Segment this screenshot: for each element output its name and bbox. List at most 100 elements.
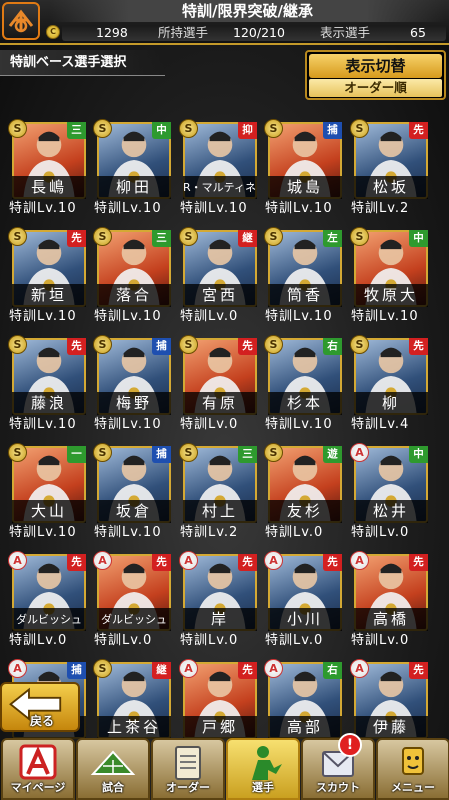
coin-value: 1298 xyxy=(96,25,128,40)
a-logo-icon xyxy=(19,744,57,780)
rank-emblem-icon: S xyxy=(93,443,112,462)
player-name: 上茶谷 xyxy=(97,716,171,739)
training-level: 特訓Lv.10 xyxy=(94,309,162,324)
tab-game[interactable]: 試合 xyxy=(76,738,150,800)
position-badge: 三 xyxy=(238,446,257,463)
page-title: 特訓/限界突破/継承 xyxy=(50,0,445,22)
player-card[interactable]: S 一大山 特訓Lv.10 xyxy=(8,443,88,545)
player-card[interactable]: S 捕梅野 特訓Lv.10 xyxy=(93,335,173,437)
rank-emblem-icon: S xyxy=(8,119,27,138)
player-name: 長嶋 xyxy=(12,176,86,199)
player-silhouette-icon xyxy=(252,746,282,780)
player-name: 松井 xyxy=(354,500,428,523)
player-name: 城島 xyxy=(268,176,342,199)
training-level: 特訓Lv.0 xyxy=(180,417,239,432)
position-badge: 先 xyxy=(323,554,342,571)
player-card[interactable]: S 先藤浪 特訓Lv.10 xyxy=(8,335,88,437)
player-card[interactable]: A 先岸特訓Lv.0 xyxy=(179,551,259,653)
player-card[interactable]: S 右杉本 特訓Lv.10 xyxy=(264,335,344,437)
position-badge: 左 xyxy=(323,230,342,247)
player-card[interactable]: S 先有原 特訓Lv.0 xyxy=(179,335,259,437)
display-label: 表示選手 xyxy=(320,25,371,40)
rank-emblem-icon: A xyxy=(93,551,112,570)
player-card[interactable]: S 三村上 特訓Lv.2 xyxy=(179,443,259,545)
tab-players[interactable]: 選手 xyxy=(226,738,300,800)
player-name: 岸 xyxy=(183,608,257,631)
player-name: 杉本 xyxy=(268,392,342,415)
training-level: 特訓Lv.10 xyxy=(265,201,333,216)
player-card[interactable]: S 先松坂 特訓Lv.2 xyxy=(350,119,430,221)
player-card[interactable]: A 先小川特訓Lv.0 xyxy=(264,551,344,653)
player-card[interactable]: A 先ダルビッシュ 特訓Lv.0 xyxy=(93,551,173,653)
training-level: 特訓Lv.10 xyxy=(9,201,77,216)
position-badge: 継 xyxy=(238,230,257,247)
tab-menu[interactable]: メニュー xyxy=(376,738,449,800)
player-name: 高部 xyxy=(268,716,342,739)
tab-mypage[interactable]: マイページ xyxy=(1,738,75,800)
player-name: 大山 xyxy=(12,500,86,523)
training-level: 特訓Lv.10 xyxy=(351,309,419,324)
top-header: 特訓/限界突破/継承 C 1298 所持選手 120/210 表示選手 65 xyxy=(0,0,449,45)
rank-emblem-icon: S xyxy=(93,227,112,246)
player-name: 梅野 xyxy=(97,392,171,415)
rank-emblem-icon: A xyxy=(350,551,369,570)
player-card[interactable]: S 中柳田 特訓Lv.10 xyxy=(93,119,173,221)
rank-emblem-icon: S xyxy=(179,119,198,138)
player-card[interactable]: S 三長嶋 特訓Lv.10 xyxy=(8,119,88,221)
menu-character-icon xyxy=(402,747,424,775)
back-label: 戻る xyxy=(30,714,55,728)
player-card[interactable]: S 先柳特訓Lv.4 xyxy=(350,335,430,437)
player-name: 村上 xyxy=(183,500,257,523)
training-level: 特訓Lv.0 xyxy=(180,633,239,648)
player-card[interactable]: S 中牧原大 特訓Lv.10 xyxy=(350,227,430,329)
player-name: 戸郷 xyxy=(183,716,257,739)
player-card[interactable]: S 先新垣 特訓Lv.10 xyxy=(8,227,88,329)
rank-emblem-icon: S xyxy=(93,335,112,354)
training-level: 特訓Lv.0 xyxy=(265,633,324,648)
position-badge: 抑 xyxy=(238,122,257,139)
player-name: R・マルティネス xyxy=(183,176,257,199)
training-level: 特訓Lv.0 xyxy=(180,309,239,324)
display-toggle-label: 表示切替 xyxy=(309,54,442,78)
training-level: 特訓Lv.0 xyxy=(351,633,410,648)
player-name: 柳 xyxy=(354,392,428,415)
training-level: 特訓Lv.4 xyxy=(351,417,410,432)
player-name: 新垣 xyxy=(12,284,86,307)
rank-emblem-icon: A xyxy=(350,659,369,678)
rank-emblem-icon: A xyxy=(264,659,283,678)
rank-emblem-icon: S xyxy=(350,119,369,138)
player-name: 友杉 xyxy=(268,500,342,523)
tab-order[interactable]: オーダー xyxy=(151,738,225,800)
training-level: 特訓Lv.10 xyxy=(9,309,77,324)
player-card[interactable]: A 中松井 特訓Lv.0 xyxy=(350,443,430,545)
rank-emblem-icon: S xyxy=(93,119,112,138)
player-card[interactable]: S 左筒香 特訓Lv.10 xyxy=(264,227,344,329)
position-badge: 一 xyxy=(67,446,86,463)
position-badge: 先 xyxy=(238,662,257,679)
position-badge: 捕 xyxy=(323,122,342,139)
player-name: 小川 xyxy=(268,608,342,631)
player-name: 牧原大 xyxy=(354,284,428,307)
team-logo-icon[interactable] xyxy=(2,2,40,40)
baseball-field-icon xyxy=(90,750,136,775)
player-card[interactable]: A 先ダルビッシュ 特訓Lv.0 xyxy=(8,551,88,653)
players-label: 所持選手 xyxy=(158,25,209,40)
player-name: 藤浪 xyxy=(12,392,86,415)
notification-badge: ! xyxy=(338,733,362,757)
rank-emblem-icon: S xyxy=(8,335,27,354)
rank-emblem-icon: A xyxy=(264,551,283,570)
rank-emblem-icon: A xyxy=(350,443,369,462)
position-badge: 先 xyxy=(238,554,257,571)
display-toggle-button[interactable]: 表示切替 オーダー順 xyxy=(305,50,446,100)
player-card[interactable]: S 抑 R・マルティネス特訓Lv.10 xyxy=(179,119,259,221)
player-card[interactable]: S 捕坂倉 特訓Lv.10 xyxy=(93,443,173,545)
position-badge: 中 xyxy=(409,446,428,463)
position-badge: 右 xyxy=(323,662,342,679)
back-button[interactable]: 戻る xyxy=(0,682,80,732)
position-badge: 中 xyxy=(409,230,428,247)
player-card[interactable]: S 継宮西 特訓Lv.0 xyxy=(179,227,259,329)
player-card[interactable]: S 遊友杉 特訓Lv.0 xyxy=(264,443,344,545)
player-card[interactable]: A 先高橋 特訓Lv.0 xyxy=(350,551,430,653)
player-card[interactable]: S 三落合 特訓Lv.10 xyxy=(93,227,173,329)
player-card[interactable]: S 捕城島 特訓Lv.10 xyxy=(264,119,344,221)
